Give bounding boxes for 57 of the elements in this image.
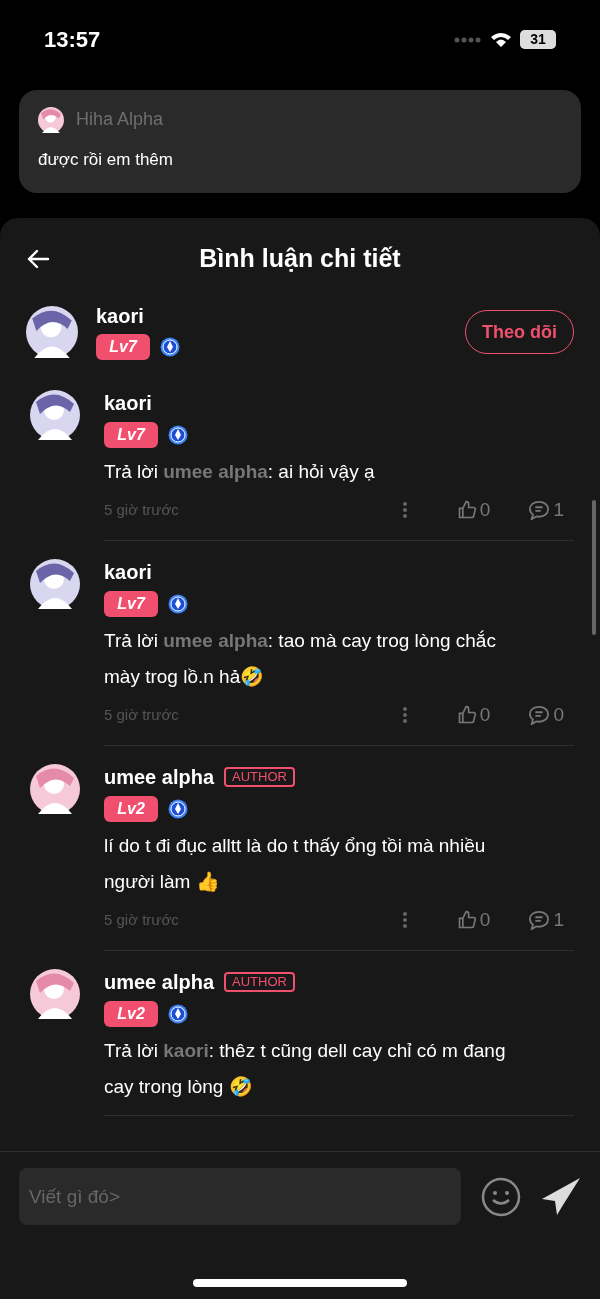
pen-badge-icon (168, 799, 188, 819)
battery-icon: 31 (520, 30, 556, 49)
avatar-icon (38, 106, 64, 133)
avatar-icon (30, 559, 80, 609)
speech-bubble-icon (528, 705, 551, 725)
speech-bubble-icon (528, 910, 551, 930)
speech-bubble-icon (528, 500, 551, 520)
timestamp: 5 giờ trước (104, 499, 180, 520)
back-arrow-icon[interactable] (26, 249, 50, 269)
send-icon[interactable] (541, 1176, 581, 1217)
sender-name: Hiha Alpha (76, 108, 164, 131)
level-badge: Lv7 (104, 422, 158, 448)
avatar-icon (30, 969, 80, 1019)
reply-button[interactable]: 1 (528, 495, 564, 525)
user-name: umee alpha (104, 765, 215, 790)
level-badge: Lv7 (104, 591, 158, 617)
comment-text: Trả lời umee alpha: tao mà cay trog lòng chắc mày trog lồ.n hả🤣 (104, 629, 497, 689)
avatar-icon (26, 306, 78, 358)
user-name: umee alpha (104, 970, 215, 995)
author-tag: AUTHOR (224, 972, 295, 992)
pen-badge-icon (168, 1004, 188, 1024)
more-icon[interactable] (402, 912, 407, 928)
avatar-icon (30, 390, 80, 440)
reply-button[interactable]: 0 (528, 700, 564, 730)
comment-input[interactable]: Viết gì đó> (19, 1168, 461, 1225)
pen-badge-icon (168, 594, 188, 614)
author-tag: AUTHOR (224, 767, 295, 787)
timestamp: 5 giờ trước (104, 704, 180, 725)
more-icon[interactable] (402, 707, 407, 723)
user-name: kaori (104, 560, 152, 585)
notification-card[interactable]: Hiha Alpha được rồi em thêm (19, 90, 581, 193)
wifi-icon (490, 31, 512, 48)
level-badge: Lv2 (104, 1001, 158, 1027)
page-title: Bình luận chi tiết (198, 243, 402, 275)
pen-badge-icon (168, 425, 188, 445)
clock: 13:57 (44, 26, 101, 54)
like-button[interactable]: 0 (456, 495, 491, 525)
signal-icon (454, 36, 482, 43)
thumbs-up-icon (456, 705, 477, 725)
notification-message: được rồi em thêm (38, 149, 174, 171)
comment-text: lí do t đi đục alltt là do t thấy ổng tồi mà nhiều người làm 👍 (104, 834, 487, 894)
level-badge: Lv2 (104, 796, 158, 822)
thumbs-up-icon (456, 910, 477, 930)
pen-badge-icon (160, 337, 180, 357)
timestamp: 5 giờ trước (104, 909, 180, 930)
reply-button[interactable]: 1 (528, 905, 564, 935)
more-icon[interactable] (402, 502, 407, 518)
like-button[interactable]: 0 (456, 905, 491, 935)
level-badge: Lv7 (96, 334, 150, 360)
comment-text: Trả lời kaori: thêz t cũng dell cay chỉ có m đang cay trong lòng 🤣 (104, 1039, 507, 1099)
like-button[interactable]: 0 (456, 700, 491, 730)
user-name: kaori (104, 391, 152, 416)
thumbs-up-icon (456, 500, 477, 520)
user-name: kaori (96, 304, 145, 328)
comment-text: Trả lời umee alpha: ai hỏi vậy ạ (104, 460, 376, 484)
avatar-icon (30, 764, 80, 814)
emoji-icon[interactable] (481, 1176, 521, 1217)
